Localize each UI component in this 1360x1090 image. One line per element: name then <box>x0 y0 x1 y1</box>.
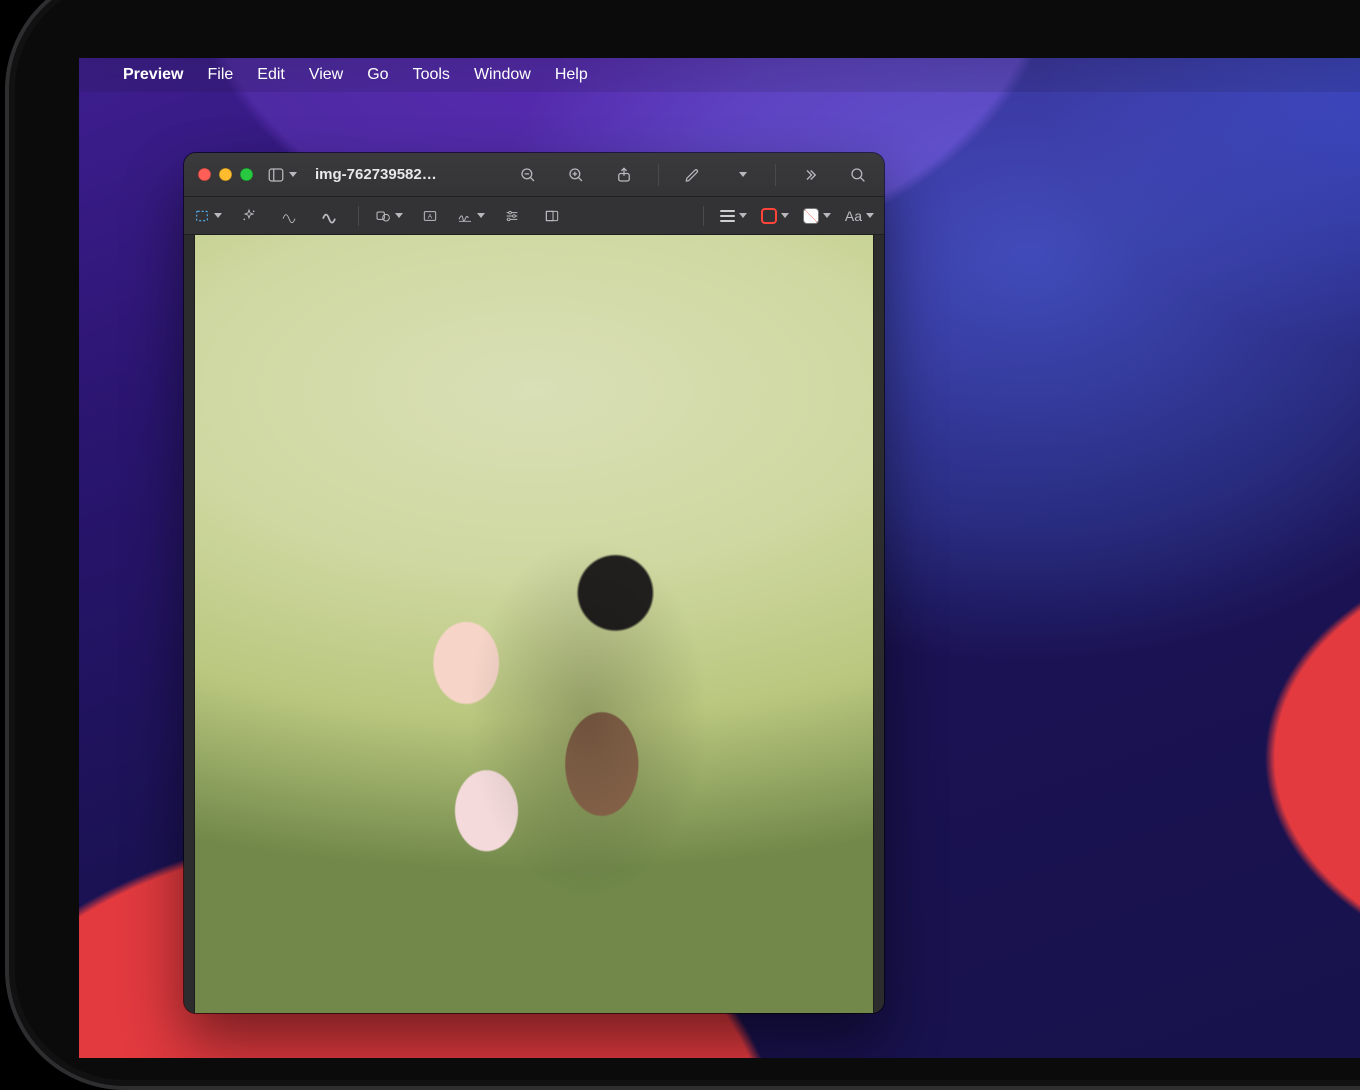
zoom-in-button[interactable] <box>562 161 590 189</box>
zoom-out-button[interactable] <box>514 161 542 189</box>
toolbar-separator <box>775 164 776 186</box>
toolbar-separator <box>358 206 359 226</box>
canvas-area[interactable] <box>184 235 884 1013</box>
markup-more-button[interactable] <box>727 161 755 189</box>
text-style-label: Aa <box>845 208 862 224</box>
chevron-down-icon <box>395 213 403 218</box>
markup-pencil-icon <box>684 166 702 184</box>
menu-edit[interactable]: Edit <box>257 66 285 84</box>
chevron-down-icon <box>866 213 874 218</box>
border-color-swatch <box>761 208 777 224</box>
menu-file[interactable]: File <box>207 66 233 84</box>
zoom-in-icon <box>567 166 585 184</box>
menu-window[interactable]: Window <box>474 66 531 84</box>
window-titlebar[interactable]: img-762739582… <box>184 153 884 197</box>
traffic-lights <box>198 168 253 181</box>
menu-go[interactable]: Go <box>367 66 388 84</box>
close-button[interactable] <box>198 168 211 181</box>
search-icon <box>849 166 867 184</box>
preview-window: img-762739582… <box>184 153 884 1013</box>
minimize-button[interactable] <box>219 168 232 181</box>
toolbar-separator <box>703 206 704 226</box>
adjust-color-button[interactable] <box>499 203 525 229</box>
text-box-icon: A <box>422 208 438 224</box>
markup-button[interactable] <box>679 161 707 189</box>
text-tool-button[interactable]: A <box>417 203 443 229</box>
zoom-out-icon <box>519 166 537 184</box>
selection-rect-icon <box>194 208 210 224</box>
resize-icon <box>544 208 560 224</box>
chevron-down-icon <box>781 213 789 218</box>
chevron-down-icon <box>289 172 297 177</box>
fill-color-swatch <box>803 208 819 224</box>
menu-tools[interactable]: Tools <box>413 66 450 84</box>
fullscreen-button[interactable] <box>240 168 253 181</box>
sliders-icon <box>504 208 520 224</box>
squiggle-bold-icon <box>321 208 337 224</box>
chevron-down-icon <box>477 213 485 218</box>
share-button[interactable] <box>610 161 638 189</box>
fill-color-button[interactable] <box>803 203 831 229</box>
draw-tool-button[interactable] <box>316 203 342 229</box>
border-color-button[interactable] <box>761 203 789 229</box>
chevrons-right-icon <box>801 166 819 184</box>
share-icon <box>615 166 633 184</box>
sign-button[interactable] <box>457 203 485 229</box>
squiggle-thin-icon <box>281 208 297 224</box>
markup-toolbar: A <box>184 197 884 235</box>
menu-view[interactable]: View <box>309 66 343 84</box>
shapes-icon <box>375 208 391 224</box>
document-image[interactable] <box>194 235 874 1013</box>
chevron-down-icon <box>823 213 831 218</box>
sketch-tool-button[interactable] <box>276 203 302 229</box>
adjust-size-button[interactable] <box>539 203 565 229</box>
macos-menubar: Preview File Edit View Go Tools Window H… <box>79 58 1360 92</box>
signature-icon <box>457 208 473 224</box>
sidebar-icon <box>267 166 285 184</box>
chevron-down-icon <box>739 172 747 177</box>
line-style-button[interactable] <box>720 203 747 229</box>
shapes-button[interactable] <box>375 203 403 229</box>
hamburger-lines-icon <box>720 209 735 222</box>
chevron-down-icon <box>739 213 747 218</box>
window-title: img-762739582… <box>315 166 437 183</box>
search-button[interactable] <box>844 161 872 189</box>
text-style-button[interactable]: Aa <box>845 203 874 229</box>
instant-alpha-button[interactable] <box>236 203 262 229</box>
sidebar-toggle-button[interactable] <box>267 161 297 189</box>
sparkle-icon <box>241 208 257 224</box>
menubar-app-name[interactable]: Preview <box>123 66 183 84</box>
menu-help[interactable]: Help <box>555 66 588 84</box>
screen: Preview File Edit View Go Tools Window H… <box>79 58 1360 1058</box>
chevron-down-icon <box>214 213 222 218</box>
toolbar-overflow-button[interactable] <box>796 161 824 189</box>
svg-text:A: A <box>428 213 433 220</box>
toolbar-separator <box>658 164 659 186</box>
selection-tool-button[interactable] <box>194 203 222 229</box>
laptop-bezel: Preview File Edit View Go Tools Window H… <box>5 0 1360 1090</box>
